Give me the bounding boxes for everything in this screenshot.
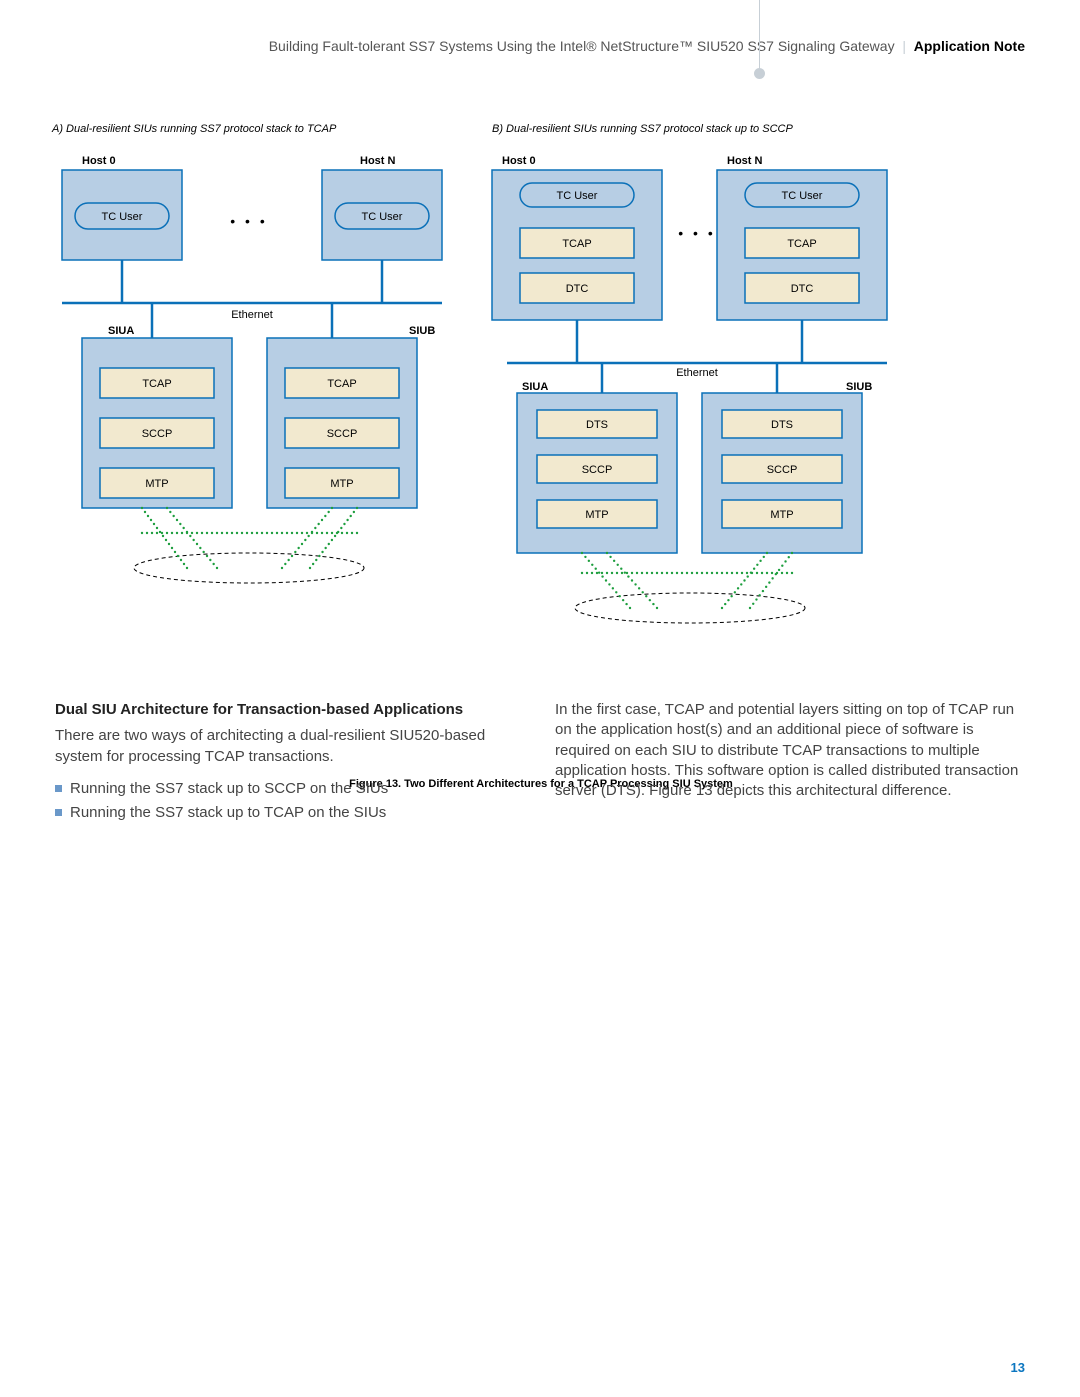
body-columns: Dual SIU Architecture for Transaction-ba… [55,700,1025,827]
svg-text:MTP: MTP [330,478,353,490]
list-item: Running the SS7 stack up to SCCP on the … [55,779,525,799]
col-right: In the first case, TCAP and potential la… [555,700,1025,827]
svg-text:TC User: TC User [557,190,598,202]
header-divider [759,0,760,72]
ellipsis-a: • • • [230,213,267,229]
svg-text:MTP: MTP [145,478,168,490]
ss7-network-b [575,593,805,623]
section-title: Dual SIU Architecture for Transaction-ba… [55,700,525,720]
svg-text:TCAP: TCAP [142,378,171,390]
right-para: In the first case, TCAP and potential la… [555,700,1025,801]
lbl-host0-b: Host 0 [502,155,536,167]
intro-para: There are two ways of architecting a dua… [55,726,525,767]
svg-text:TC User: TC User [782,190,823,202]
col-left: Dual SIU Architecture for Transaction-ba… [55,700,525,827]
lbl-siua-b: SIUA [522,381,548,393]
svg-text:TCAP: TCAP [327,378,356,390]
svg-text:MTP: MTP [585,509,608,521]
lbl-hostn-a: Host N [360,155,396,167]
lbl-siub-a: SIUB [409,325,435,337]
ss7-network-a [134,553,364,583]
lbl-hostn-b: Host N [727,155,763,167]
diagram-svg: A) Dual-resilient SIUs running SS7 proto… [42,118,1040,638]
header-title: Building Fault-tolerant SS7 Systems Usin… [269,38,895,54]
ellipsis-b: • • • [678,225,715,241]
svg-text:TC User: TC User [102,211,143,223]
svg-text:DTC: DTC [791,283,814,295]
page-number: 13 [1011,1360,1025,1375]
svg-text:MTP: MTP [770,509,793,521]
lbl-host0-a: Host 0 [82,155,116,167]
svg-text:Ethernet: Ethernet [231,309,273,321]
running-header: Building Fault-tolerant SS7 Systems Usin… [60,38,1025,54]
svg-text:TCAP: TCAP [562,238,591,250]
page: Building Fault-tolerant SS7 Systems Usin… [0,0,1080,1397]
header-badge: Application Note [914,38,1025,54]
caption-a: A) Dual-resilient SIUs running SS7 proto… [51,123,337,135]
svg-text:TCAP: TCAP [787,238,816,250]
list-item: Running the SS7 stack up to TCAP on the … [55,803,525,823]
header-divider-dot [754,68,765,79]
svg-text:DTC: DTC [566,283,589,295]
svg-text:SCCP: SCCP [582,464,613,476]
svg-text:DTS: DTS [771,419,793,431]
lbl-siua-a: SIUA [108,325,134,337]
svg-text:DTS: DTS [586,419,608,431]
svg-text:Ethernet: Ethernet [676,367,718,379]
svg-text:TC User: TC User [362,211,403,223]
lbl-siub-b: SIUB [846,381,872,393]
bullet-icon [55,785,62,792]
svg-text:SCCP: SCCP [327,428,358,440]
bullet-list: Running the SS7 stack up to SCCP on the … [55,779,525,824]
svg-text:SCCP: SCCP [142,428,173,440]
caption-b: B) Dual-resilient SIUs running SS7 proto… [492,123,793,135]
bullet-icon [55,809,62,816]
figure-13: A) Dual-resilient SIUs running SS7 proto… [42,118,1040,638]
svg-text:SCCP: SCCP [767,464,798,476]
